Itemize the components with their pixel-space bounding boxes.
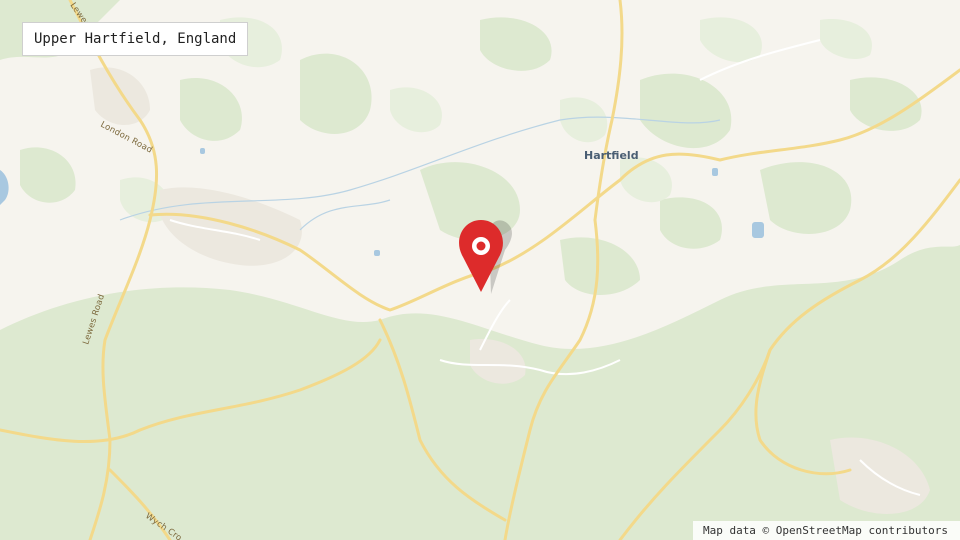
map-pin-dot (476, 241, 486, 251)
map-view[interactable]: Hartfield London Road Lewes Road Wych Cr… (0, 0, 960, 540)
map-canvas[interactable]: Hartfield London Road Lewes Road Wych Cr… (0, 0, 960, 540)
pond-3 (712, 168, 718, 176)
place-label-hartfield: Hartfield (584, 149, 639, 162)
pond-4 (200, 148, 205, 154)
pond-1 (752, 222, 764, 238)
pond-2 (374, 250, 380, 256)
location-label: Upper Hartfield, England (22, 22, 249, 56)
map-attribution: Map data © OpenStreetMap contributors (692, 521, 960, 540)
